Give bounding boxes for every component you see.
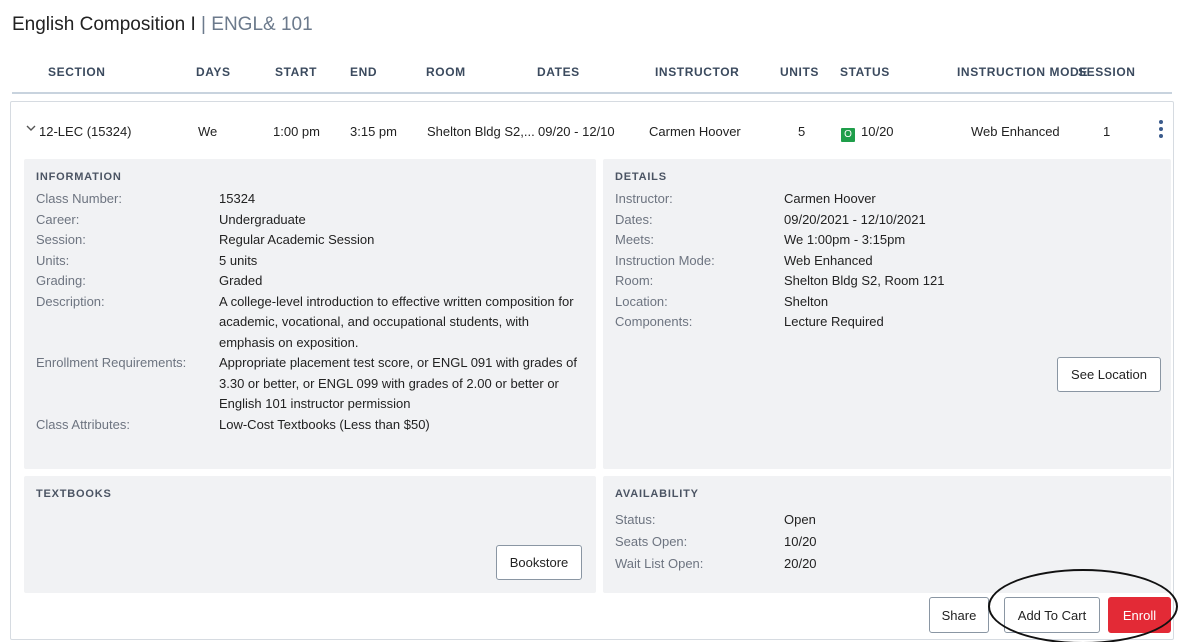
row-status-count: 10/20	[861, 124, 894, 139]
row-end: 3:15 pm	[350, 124, 397, 139]
availability-panel: AVAILABILITY Status: Open Seats Open: 10…	[603, 476, 1171, 593]
availability-status-value: Open	[784, 512, 816, 527]
col-dates: DATES	[537, 65, 580, 79]
instructor-value: Carmen Hoover	[784, 191, 876, 206]
instruction-mode-value: Web Enhanced	[784, 252, 873, 268]
section-card: 12-LEC (15324) We 1:00 pm 3:15 pm Shelto…	[10, 101, 1174, 640]
grading-value: Graded	[219, 273, 263, 288]
units-label: Units:	[36, 252, 70, 268]
row-section: 12-LEC (15324)	[39, 124, 132, 139]
col-units: UNITS	[780, 65, 819, 79]
col-instruction-mode: INSTRUCTION MODE	[957, 65, 1088, 79]
bookstore-button[interactable]: Bookstore	[496, 545, 582, 580]
description-label: Description:	[36, 293, 105, 309]
col-section: SECTION	[48, 65, 106, 79]
row-days: We	[198, 124, 218, 139]
add-to-cart-button[interactable]: Add To Cart	[1004, 597, 1100, 633]
col-status: STATUS	[840, 65, 890, 79]
dates-value: 09/20/2021 - 12/10/2021	[784, 211, 926, 227]
open-status-icon: O	[841, 128, 855, 142]
row-status: O 10/20	[841, 124, 894, 142]
see-location-button[interactable]: See Location	[1057, 357, 1161, 392]
enrollment-requirements-label: Enrollment Requirements:	[36, 355, 187, 370]
description-value: A college-level introduction to effectiv…	[219, 293, 574, 350]
enroll-button[interactable]: Enroll	[1108, 597, 1171, 633]
availability-status-label: Status:	[615, 512, 656, 527]
details-title: DETAILS	[615, 171, 667, 183]
dates-label: Dates:	[615, 211, 653, 227]
information-title: INFORMATION	[36, 171, 122, 183]
title-separator: |	[201, 14, 206, 35]
share-button[interactable]: Share	[929, 597, 989, 633]
col-start: START	[275, 65, 318, 79]
class-attributes-value: Low-Cost Textbooks (Less than $50)	[219, 416, 430, 432]
row-instructor: Carmen Hoover	[649, 124, 741, 139]
seats-open-value: 10/20	[784, 534, 817, 549]
meets-label: Meets:	[615, 232, 655, 247]
row-instruction-mode: Web Enhanced	[971, 124, 1060, 139]
instructor-label: Instructor:	[615, 191, 673, 206]
chevron-down-icon[interactable]	[25, 122, 37, 137]
instruction-mode-label: Instruction Mode:	[615, 252, 715, 268]
wait-list-open-value: 20/20	[784, 556, 817, 571]
meets-value: We 1:00pm - 3:15pm	[784, 232, 906, 247]
course-code: ENGL& 101	[211, 14, 313, 35]
components-label: Components:	[615, 314, 693, 329]
col-session: SESSION	[1078, 65, 1136, 79]
row-units: 5	[798, 124, 806, 139]
seats-open-label: Seats Open:	[615, 534, 688, 549]
units-value: 5 units	[219, 252, 258, 268]
class-attributes-label: Class Attributes:	[36, 416, 130, 432]
enrollment-requirements-value: Appropriate placement test score, or ENG…	[219, 355, 577, 411]
components-value: Lecture Required	[784, 314, 884, 329]
room-value: Shelton Bldg S2, Room 121	[784, 273, 945, 288]
textbooks-title: TEXTBOOKS	[36, 488, 112, 500]
career-value: Undergraduate	[219, 211, 306, 227]
session-value: Regular Academic Session	[219, 232, 375, 247]
career-label: Career:	[36, 211, 80, 227]
table-header: SECTION DAYS START END ROOM DATES INSTRU…	[0, 38, 1178, 88]
row-session: 1	[1103, 124, 1111, 139]
wait-list-open-label: Wait List Open:	[615, 556, 704, 571]
col-instructor: INSTRUCTOR	[655, 65, 740, 79]
section-row[interactable]: 12-LEC (15324) We 1:00 pm 3:15 pm Shelto…	[11, 102, 1173, 158]
kebab-menu-icon[interactable]	[1156, 118, 1166, 144]
availability-title: AVAILABILITY	[615, 488, 699, 500]
grading-label: Grading:	[36, 273, 86, 288]
class-number-value: 15324	[219, 191, 256, 206]
course-name: English Composition I	[12, 14, 196, 35]
col-end: END	[350, 65, 378, 79]
row-room: Shelton Bldg S2,...	[427, 124, 535, 139]
information-panel: INFORMATION Class Number: 15324 Career: …	[24, 159, 596, 469]
location-value: Shelton	[784, 293, 829, 309]
row-start: 1:00 pm	[273, 124, 320, 139]
room-label: Room:	[615, 273, 654, 288]
class-number-label: Class Number:	[36, 191, 122, 206]
row-dates: 09/20 - 12/10	[538, 124, 615, 139]
location-label: Location:	[615, 293, 668, 309]
course-title: English Composition I | ENGL& 101	[12, 14, 313, 36]
details-panel: DETAILS Instructor: Carmen Hoover Dates:…	[603, 159, 1171, 469]
col-days: DAYS	[196, 65, 231, 79]
col-room: ROOM	[426, 65, 466, 79]
header-divider	[12, 92, 1172, 94]
session-label: Session:	[36, 232, 86, 247]
textbooks-panel: TEXTBOOKS Bookstore	[24, 476, 596, 593]
